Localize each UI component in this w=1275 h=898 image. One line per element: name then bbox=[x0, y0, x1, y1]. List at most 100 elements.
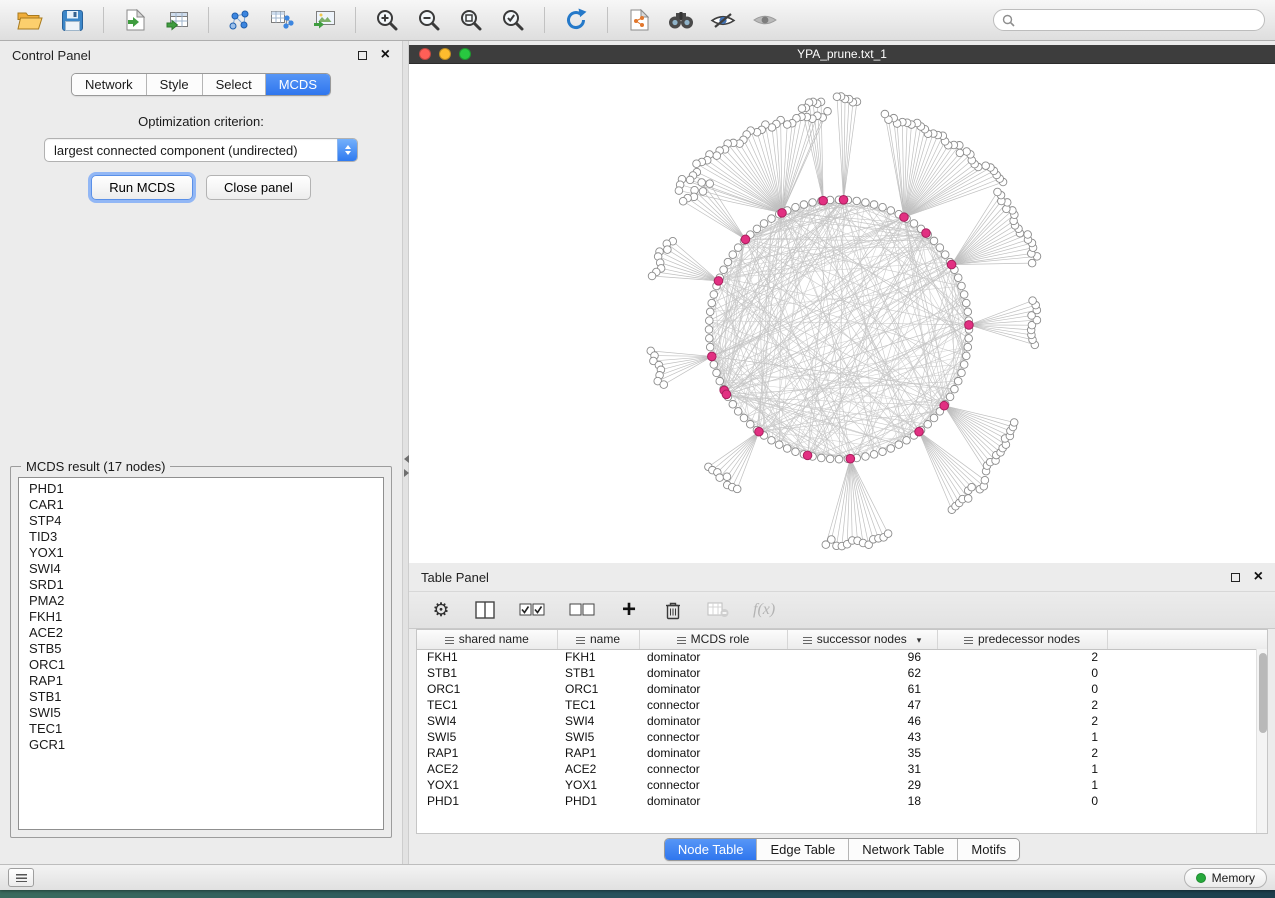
tab-style[interactable]: Style bbox=[147, 74, 203, 95]
table-cell[interactable]: SWI4 bbox=[417, 713, 557, 729]
table-row[interactable]: SWI5SWI5connector431 bbox=[417, 729, 1267, 745]
table-row[interactable]: FKH1FKH1dominator962 bbox=[417, 649, 1267, 665]
table-tab-node-table[interactable]: Node Table bbox=[665, 839, 758, 860]
network-canvas[interactable] bbox=[409, 63, 1275, 563]
automation-panel-icon[interactable] bbox=[8, 868, 34, 887]
mcds-result-item[interactable]: PHD1 bbox=[29, 481, 383, 497]
table-cell[interactable]: 18 bbox=[787, 793, 937, 809]
mcds-result-item[interactable]: STB5 bbox=[29, 641, 383, 657]
table-cell[interactable]: FKH1 bbox=[557, 649, 639, 665]
mcds-result-item[interactable]: SWI5 bbox=[29, 705, 383, 721]
column-header-MCDS-role[interactable]: MCDS role bbox=[639, 630, 787, 649]
table-cell[interactable]: 47 bbox=[787, 697, 937, 713]
column-header-shared-name[interactable]: shared name bbox=[417, 630, 557, 649]
scrollbar-thumb[interactable] bbox=[1259, 653, 1267, 733]
minimize-window-icon[interactable] bbox=[439, 48, 451, 60]
table-cell[interactable]: 2 bbox=[937, 713, 1107, 729]
table-cell[interactable]: 2 bbox=[937, 745, 1107, 761]
table-cell[interactable]: 31 bbox=[787, 761, 937, 777]
export-network-icon[interactable] bbox=[619, 5, 659, 35]
table-cell[interactable]: 1 bbox=[937, 761, 1107, 777]
table-cell[interactable]: 1 bbox=[937, 777, 1107, 793]
table-cell[interactable]: 96 bbox=[787, 649, 937, 665]
table-cell[interactable]: 43 bbox=[787, 729, 937, 745]
table-cell[interactable]: dominator bbox=[639, 745, 787, 761]
table-row[interactable]: SWI4SWI4dominator462 bbox=[417, 713, 1267, 729]
table-cell[interactable]: STB1 bbox=[417, 665, 557, 681]
table-cell[interactable]: dominator bbox=[639, 713, 787, 729]
column-header-name[interactable]: name bbox=[557, 630, 639, 649]
table-vertical-scrollbar[interactable] bbox=[1256, 649, 1267, 833]
table-cell[interactable]: 2 bbox=[937, 649, 1107, 665]
deselect-all-columns-icon[interactable] bbox=[569, 603, 595, 617]
table-cell[interactable]: dominator bbox=[639, 649, 787, 665]
table-cell[interactable]: TEC1 bbox=[417, 697, 557, 713]
table-cell[interactable]: ORC1 bbox=[417, 681, 557, 697]
table-cell[interactable]: RAP1 bbox=[417, 745, 557, 761]
refresh-icon[interactable] bbox=[556, 5, 596, 35]
table-cell[interactable]: 61 bbox=[787, 681, 937, 697]
table-cell[interactable]: PHD1 bbox=[557, 793, 639, 809]
table-cell[interactable]: connector bbox=[639, 729, 787, 745]
mcds-result-item[interactable]: TEC1 bbox=[29, 721, 383, 737]
tab-network[interactable]: Network bbox=[72, 74, 147, 95]
show-column-panel-icon[interactable] bbox=[475, 601, 495, 619]
table-cell[interactable]: SWI5 bbox=[557, 729, 639, 745]
memory-button[interactable]: Memory bbox=[1184, 868, 1267, 888]
float-table-panel-icon[interactable] bbox=[1231, 573, 1240, 582]
import-table-icon[interactable] bbox=[157, 5, 197, 35]
save-icon[interactable] bbox=[52, 5, 92, 35]
mcds-result-list[interactable]: PHD1CAR1STP4TID3YOX1SWI4SRD1PMA2FKH1ACE2… bbox=[18, 477, 384, 830]
mcds-result-item[interactable]: ORC1 bbox=[29, 657, 383, 673]
table-cell[interactable]: connector bbox=[639, 777, 787, 793]
tab-mcds[interactable]: MCDS bbox=[266, 74, 330, 95]
hide-graphics-details-icon[interactable] bbox=[703, 5, 743, 35]
mcds-result-item[interactable]: STB1 bbox=[29, 689, 383, 705]
table-row[interactable]: YOX1YOX1connector291 bbox=[417, 777, 1267, 793]
select-all-columns-icon[interactable] bbox=[519, 603, 545, 617]
network-from-image-icon[interactable] bbox=[304, 5, 344, 35]
tab-select[interactable]: Select bbox=[203, 74, 266, 95]
table-row[interactable]: TEC1TEC1connector472 bbox=[417, 697, 1267, 713]
float-panel-icon[interactable] bbox=[358, 51, 367, 60]
table-cell[interactable]: ACE2 bbox=[557, 761, 639, 777]
table-settings-gear-icon[interactable]: ⚙ bbox=[431, 601, 451, 620]
table-cell[interactable]: RAP1 bbox=[557, 745, 639, 761]
table-cell[interactable]: connector bbox=[639, 761, 787, 777]
run-mcds-button[interactable]: Run MCDS bbox=[91, 175, 193, 200]
close-table-panel-icon[interactable]: × bbox=[1254, 572, 1263, 582]
table-cell[interactable]: STB1 bbox=[557, 665, 639, 681]
mcds-result-item[interactable]: TID3 bbox=[29, 529, 383, 545]
table-row[interactable]: STB1STB1dominator620 bbox=[417, 665, 1267, 681]
mcds-result-item[interactable]: STP4 bbox=[29, 513, 383, 529]
table-cell[interactable]: 0 bbox=[937, 665, 1107, 681]
open-folder-icon[interactable] bbox=[10, 5, 50, 35]
zoom-out-icon[interactable] bbox=[409, 5, 449, 35]
new-network-icon[interactable] bbox=[220, 5, 260, 35]
search-network-icon[interactable] bbox=[661, 5, 701, 35]
dropdown-stepper-icon[interactable] bbox=[337, 139, 357, 161]
table-cell[interactable]: YOX1 bbox=[417, 777, 557, 793]
mcds-result-item[interactable]: ACE2 bbox=[29, 625, 383, 641]
zoom-fit-icon[interactable] bbox=[451, 5, 491, 35]
import-file-icon[interactable] bbox=[115, 5, 155, 35]
table-cell[interactable]: ORC1 bbox=[557, 681, 639, 697]
table-row[interactable]: PHD1PHD1dominator180 bbox=[417, 793, 1267, 809]
table-cell[interactable]: dominator bbox=[639, 793, 787, 809]
network-graph[interactable] bbox=[409, 64, 1275, 563]
table-cell[interactable]: ACE2 bbox=[417, 761, 557, 777]
mcds-result-item[interactable]: SRD1 bbox=[29, 577, 383, 593]
close-panel-button[interactable]: Close panel bbox=[206, 175, 311, 200]
table-cell[interactable]: TEC1 bbox=[557, 697, 639, 713]
maximize-window-icon[interactable] bbox=[459, 48, 471, 60]
mcds-result-item[interactable]: SWI4 bbox=[29, 561, 383, 577]
table-cell[interactable]: FKH1 bbox=[417, 649, 557, 665]
table-row[interactable]: RAP1RAP1dominator352 bbox=[417, 745, 1267, 761]
table-cell[interactable]: dominator bbox=[639, 681, 787, 697]
criterion-dropdown[interactable]: largest connected component (undirected) bbox=[44, 138, 358, 162]
table-cell[interactable]: connector bbox=[639, 697, 787, 713]
table-cell[interactable]: 0 bbox=[937, 681, 1107, 697]
zoom-selected-icon[interactable] bbox=[493, 5, 533, 35]
network-from-table-icon[interactable] bbox=[262, 5, 302, 35]
mcds-result-item[interactable]: PMA2 bbox=[29, 593, 383, 609]
